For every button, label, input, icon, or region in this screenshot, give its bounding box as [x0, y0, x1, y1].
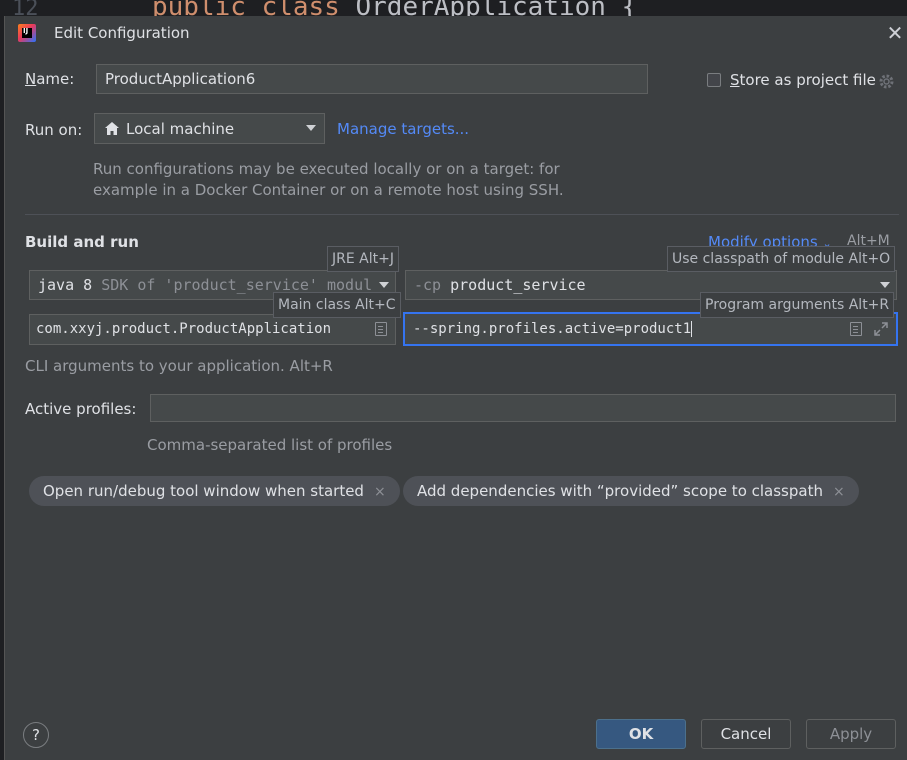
chevron-down-icon — [306, 125, 316, 131]
help-button[interactable]: ? — [23, 722, 49, 748]
chip-label: Open run/debug tool window when started — [43, 482, 364, 500]
browse-document-icon[interactable] — [850, 322, 862, 336]
main-class-hint: Main class Alt+C — [273, 292, 401, 318]
classpath-hint: Use classpath of module Alt+O — [667, 246, 896, 272]
ok-button[interactable]: OK — [596, 719, 686, 749]
chevron-down-icon — [379, 282, 389, 288]
name-field[interactable]: ProductApplication6 — [96, 64, 648, 94]
chip-label: Add dependencies with “provided” scope t… — [417, 482, 823, 500]
run-on-label: Run on: — [25, 121, 83, 139]
program-arguments-hint: Program arguments Alt+R — [700, 292, 895, 318]
expand-icon[interactable] — [874, 322, 888, 336]
main-class-value: com.xxyj.product.ProductApplication — [36, 321, 332, 337]
close-icon[interactable]: ✕ — [885, 23, 905, 43]
edit-configuration-dialog: IJ Edit Configuration ✕ Name: ProductApp… — [4, 16, 907, 760]
browse-document-icon[interactable] — [375, 322, 387, 336]
remove-chip-icon[interactable]: × — [374, 484, 386, 500]
option-chip-provided-scope[interactable]: Add dependencies with “provided” scope t… — [403, 476, 859, 506]
run-on-description-line2: example in a Docker Container or on a re… — [93, 181, 564, 199]
text-caret — [691, 321, 693, 337]
active-profiles-field[interactable] — [150, 394, 896, 422]
apply-button[interactable]: Apply — [806, 719, 896, 749]
build-and-run-heading: Build and run — [25, 233, 139, 251]
section-divider — [25, 214, 899, 215]
run-on-description-line1: Run configurations may be executed local… — [93, 160, 560, 178]
run-on-value: Local machine — [126, 120, 235, 138]
manage-targets-link[interactable]: Manage targets... — [337, 120, 469, 138]
store-as-project-file-checkbox[interactable] — [707, 73, 721, 87]
store-label-text: tore as project file — [739, 71, 876, 89]
store-as-project-file-label[interactable]: Store as project file — [730, 71, 876, 89]
program-arguments-value: --spring.profiles.active=product1 — [413, 321, 692, 337]
run-on-combo[interactable]: Local machine — [94, 113, 325, 144]
gear-icon[interactable] — [878, 73, 895, 90]
active-profiles-label: Active profiles: — [25, 400, 137, 418]
name-label: Name: — [25, 70, 75, 88]
main-class-field[interactable]: com.xxyj.product.ProductApplication — [29, 314, 396, 345]
jre-hint: JRE Alt+J — [327, 246, 399, 272]
home-icon — [105, 122, 119, 135]
remove-chip-icon[interactable]: × — [833, 484, 845, 500]
cli-arguments-hint: CLI arguments to your application. Alt+R — [25, 357, 333, 375]
option-chip-open-run-debug[interactable]: Open run/debug tool window when started × — [29, 476, 400, 506]
classpath-prefix: -cp — [414, 276, 442, 294]
jre-version: java 8 — [38, 276, 93, 294]
chevron-down-icon — [880, 282, 890, 288]
title-bar[interactable]: IJ Edit Configuration ✕ — [5, 16, 907, 50]
dialog-title: Edit Configuration — [54, 24, 190, 42]
active-profiles-hint: Comma-separated list of profiles — [147, 436, 393, 454]
intellij-app-icon: IJ — [18, 24, 36, 42]
cancel-button[interactable]: Cancel — [701, 719, 791, 749]
classpath-module: product_service — [450, 276, 586, 294]
